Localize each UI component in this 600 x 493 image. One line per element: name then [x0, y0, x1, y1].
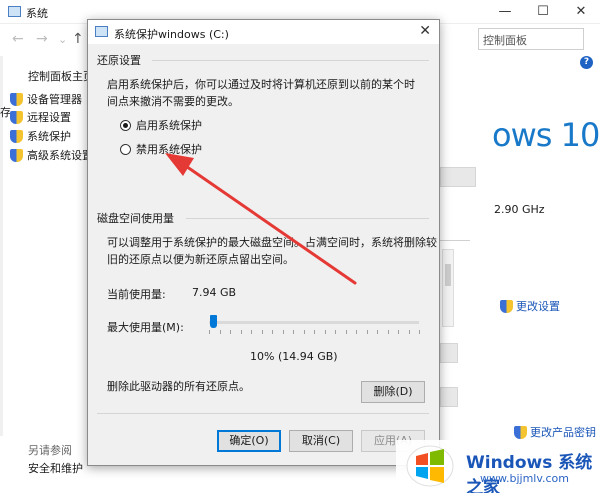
current-usage-value: 7.94 GB [192, 286, 237, 299]
shield-icon [10, 129, 23, 143]
sidebar-item-label: 远程设置 [27, 111, 71, 124]
slider-tick [346, 330, 347, 334]
recent-dropdown-icon[interactable]: ⌄ [58, 33, 67, 46]
slider-tick [398, 330, 399, 334]
scrollbar-thumb[interactable] [445, 264, 451, 286]
cancel-button[interactable]: 取消(C) [289, 430, 353, 452]
back-arrow-icon[interactable]: ← [12, 31, 24, 47]
change-product-key-link[interactable]: 更改产品密钥 [514, 424, 596, 440]
sidebar-item-device-manager[interactable]: 设备管理器 [10, 91, 82, 107]
shield-icon [500, 299, 513, 313]
divider [440, 240, 470, 241]
slider-thumb[interactable] [210, 315, 217, 328]
slider-tick [356, 330, 357, 334]
enable-protection-option[interactable]: 启用系统保护 [120, 117, 202, 133]
restore-settings-header: 还原设置 [97, 54, 141, 67]
shield-icon [10, 110, 23, 124]
slider-tick [251, 330, 252, 334]
info-bar [440, 387, 458, 407]
change-settings-link[interactable]: 更改设置 [500, 298, 560, 314]
shield-icon [514, 425, 527, 439]
slider-tick [230, 330, 231, 334]
sidebar-item-label: 设备管理器 [27, 93, 82, 106]
sidebar-item-remote-settings[interactable]: 远程设置 [10, 109, 71, 125]
disk-usage-header: 磁盘空间使用量 [97, 212, 174, 225]
slider-tick [293, 330, 294, 334]
slider-tick [314, 330, 315, 334]
sidebar-item-label: 系统保护 [27, 130, 71, 143]
see-also-heading: 另请参阅 [28, 444, 72, 457]
slider-tick [209, 330, 210, 334]
divider [186, 218, 429, 219]
watermark-brand-en: Windows [466, 453, 553, 473]
max-usage-slider[interactable] [209, 321, 419, 324]
radio-button-checked[interactable] [120, 119, 131, 131]
slider-tick [419, 330, 420, 334]
slider-tick [283, 330, 284, 334]
control-panel-home-link[interactable]: 控制面板主页 [28, 68, 94, 84]
max-usage-label: 最大使用量(M): [107, 321, 184, 334]
forward-arrow-icon[interactable]: → [36, 31, 48, 47]
watermark-url: www.bjjmlv.com [480, 472, 569, 485]
security-maintenance-link[interactable]: 安全和维护 [28, 460, 83, 476]
change-product-key-label: 更改产品密钥 [530, 426, 596, 439]
info-bar [440, 167, 476, 187]
system-protection-dialog: 系统保护windows (C:) ✕ 还原设置 启用系统保护后，你可以通过及时将… [87, 19, 440, 466]
slider-tick [304, 330, 305, 334]
dialog-title: 系统保护windows (C:) [114, 28, 229, 41]
computer-icon [8, 6, 21, 17]
scrollbar[interactable] [442, 249, 454, 327]
watermark: Windows 系统之家 www.bjjmlv.com [396, 440, 600, 493]
up-arrow-icon[interactable]: ↑ [72, 31, 84, 47]
minimize-icon[interactable]: — [490, 2, 520, 22]
shield-icon [10, 92, 23, 106]
close-icon[interactable]: ✕ [566, 2, 596, 22]
system-window-title: 系统 [26, 7, 48, 20]
help-icon[interactable]: ? [580, 56, 593, 69]
max-usage-percent: 10% (14.94 GB) [250, 350, 338, 363]
sidebar-item-advanced-settings[interactable]: 高级系统设置 [10, 147, 93, 163]
enable-protection-label: 启用系统保护 [136, 119, 202, 132]
slider-tick [377, 330, 378, 334]
slider-tick [367, 330, 368, 334]
watermark-brand: Windows 系统之家 [466, 448, 600, 493]
windows-version-logo: ows 10 [492, 116, 600, 154]
sidebar-item-system-protection[interactable]: 系统保护 [10, 128, 71, 144]
slider-tick [409, 330, 410, 334]
radio-button[interactable] [120, 143, 131, 155]
slider-tick [220, 330, 221, 334]
delete-button[interactable]: 删除(D) [361, 381, 425, 403]
close-icon[interactable]: ✕ [419, 23, 431, 39]
current-usage-label: 当前使用量: [107, 288, 166, 301]
slider-tick [325, 330, 326, 334]
divider [97, 413, 429, 414]
cpu-speed: 2.90 GHz [494, 203, 545, 216]
disable-protection-option[interactable]: 禁用系统保护 [120, 141, 202, 157]
slider-tick [262, 330, 263, 334]
computer-icon [95, 26, 108, 37]
slider-tick [272, 330, 273, 334]
slider-tick [335, 330, 336, 334]
restore-description: 启用系统保护后，你可以通过及时将计算机还原到以前的某个时间点来撤消不需要的更改。 [107, 78, 415, 108]
info-bar [440, 343, 458, 363]
disable-protection-label: 禁用系统保护 [136, 143, 202, 156]
slider-tick [241, 330, 242, 334]
divider [152, 60, 429, 61]
ok-button[interactable]: 确定(O) [217, 430, 281, 452]
maximize-icon[interactable]: ☐ [528, 2, 558, 22]
slider-tick [388, 330, 389, 334]
windows-logo-icon [406, 445, 454, 487]
delete-description: 删除此驱动器的所有还原点。 [107, 380, 250, 393]
sidebar-item-label: 高级系统设置 [27, 149, 93, 162]
disk-usage-description: 可以调整用于系统保护的最大磁盘空间。占满空间时，系统将删除较旧的还原点以便为新还… [107, 236, 437, 266]
shield-icon [10, 148, 23, 162]
dialog-titlebar: 系统保护windows (C:) ✕ [88, 20, 439, 44]
change-settings-label: 更改设置 [516, 300, 560, 313]
search-control-panel-input[interactable]: 控制面板 [478, 28, 584, 50]
